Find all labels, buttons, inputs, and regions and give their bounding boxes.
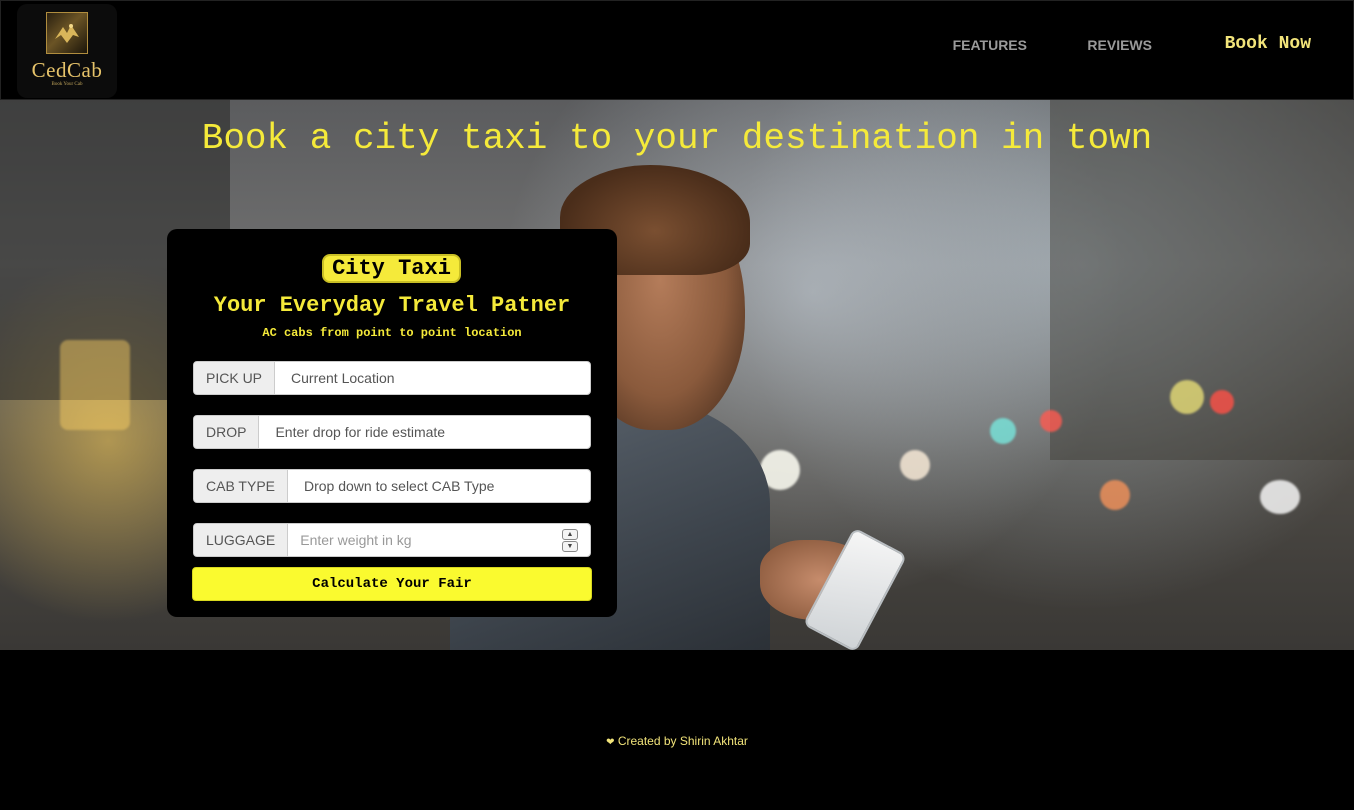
nav-link-features[interactable]: FEATURES [953, 37, 1027, 53]
increment-icon[interactable]: ▲ [562, 528, 578, 540]
cab-type-label: CAB TYPE [194, 470, 288, 502]
pickup-field[interactable]: PICK UP Current Location [193, 361, 591, 395]
nav-book-now-button[interactable]: Book Now [1225, 34, 1311, 54]
top-navbar: CedCab Book Your Cab FEATURES REVIEWS Bo… [0, 0, 1354, 100]
brand-tagline: Book Your Cab [51, 82, 83, 87]
cab-type-select[interactable]: Drop down to select CAB Type [288, 470, 590, 502]
bokeh-light [1260, 480, 1300, 514]
pickup-label: PICK UP [194, 362, 276, 394]
cab-type-field[interactable]: CAB TYPE Drop down to select CAB Type [193, 469, 591, 503]
booking-form-card: City Taxi Your Everyday Travel Patner AC… [167, 229, 617, 617]
drop-label: DROP [194, 416, 260, 448]
card-title: Your Everyday Travel Patner [213, 293, 571, 318]
pickup-select[interactable]: Current Location [275, 362, 590, 394]
luggage-field[interactable]: LUGGAGE ▲ ▼ [193, 523, 591, 557]
bokeh-light [900, 450, 930, 480]
shop-window-light [60, 340, 130, 430]
heart-icon: ❤ [606, 737, 615, 748]
bokeh-light [1040, 410, 1062, 432]
bokeh-light [1170, 380, 1204, 414]
luggage-weight-input[interactable] [288, 524, 562, 556]
drop-field[interactable]: DROP Enter drop for ride estimate [193, 415, 591, 449]
drop-select[interactable]: Enter drop for ride estimate [259, 416, 590, 448]
nav-link-reviews[interactable]: REVIEWS [1087, 37, 1152, 53]
calculate-fare-button[interactable]: Calculate Your Fair [192, 567, 592, 601]
bokeh-light [990, 418, 1016, 444]
footer-credit: Created by Shirin Akhtar [617, 734, 748, 748]
decrement-icon[interactable]: ▼ [562, 540, 578, 552]
brand-name: CedCab [31, 58, 103, 82]
bokeh-light [1210, 390, 1234, 414]
nav-menu: FEATURES REVIEWS Book Now [0, 34, 1353, 57]
luggage-spinner[interactable]: ▲ ▼ [562, 524, 578, 556]
card-subtitle: AC cabs from point to point location [262, 326, 522, 340]
luggage-label: LUGGAGE [194, 524, 289, 556]
footer: ❤ Created by Shirin Akhtar [0, 734, 1354, 748]
city-taxi-badge: City Taxi [322, 254, 461, 283]
hero-title: Book a city taxi to your destination in … [201, 118, 1153, 159]
bokeh-light [1100, 480, 1130, 510]
